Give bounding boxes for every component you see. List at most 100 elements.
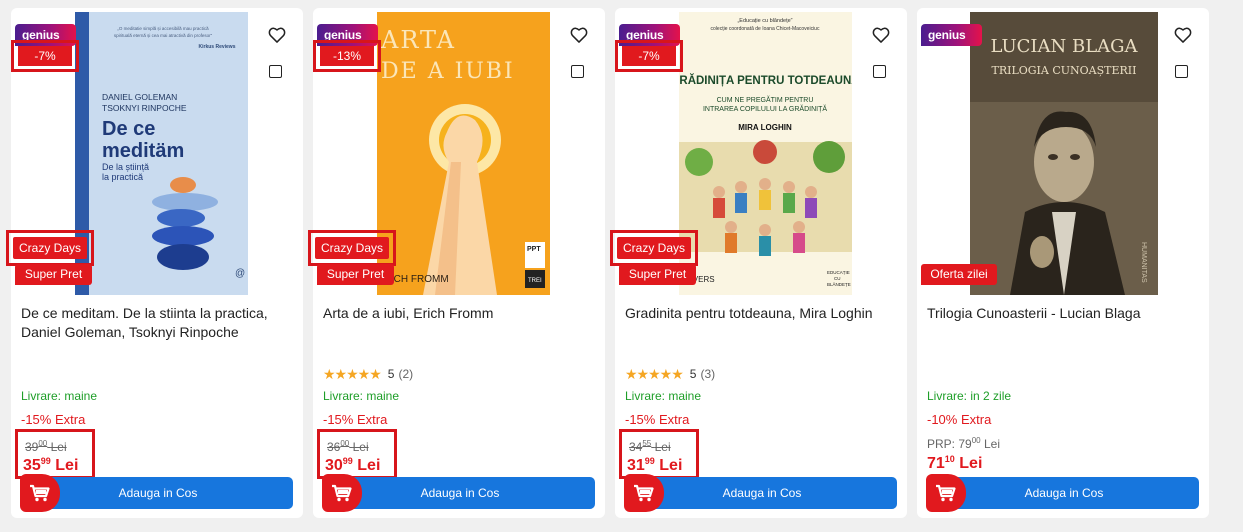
- rating[interactable]: ★★★★★ 5 (2): [323, 366, 413, 382]
- product-image[interactable]: ARTA DE A IUBI ERICH FROMM PPT TREI: [377, 12, 550, 295]
- rating-value: 5: [689, 367, 697, 381]
- discount-highlight: -7%: [615, 40, 683, 72]
- heart-icon[interactable]: [569, 25, 589, 45]
- compare-checkbox[interactable]: [571, 65, 584, 78]
- compare-checkbox[interactable]: [269, 65, 282, 78]
- super-pret-badge: Super Pret: [15, 264, 92, 285]
- svg-text:EDUCAȚIE: EDUCAȚIE: [827, 270, 850, 275]
- svg-text:PPT: PPT: [527, 246, 541, 253]
- extra-discount: -15% Extra: [625, 412, 690, 427]
- product-image[interactable]: LUCIAN BLAGA TRILOGIA CUNOAȘTERII HUMANI…: [970, 12, 1158, 295]
- svg-text:@: @: [235, 268, 245, 279]
- svg-text:meditäm: meditäm: [102, 140, 184, 162]
- cart-icon: [624, 474, 664, 512]
- add-to-cart-label: Adauga in Cos: [722, 486, 802, 500]
- svg-text:Kirkus Reviews: Kirkus Reviews: [199, 44, 236, 50]
- product-title[interactable]: Arta de a iubi, Erich Fromm: [323, 304, 598, 323]
- star-rating-icon: ★★★★★: [323, 365, 382, 382]
- discount-highlight: -13%: [313, 40, 381, 72]
- add-to-cart-button[interactable]: Adauga in Cos: [624, 474, 897, 512]
- price-highlight: 3600 Lei 3099 Lei: [317, 429, 397, 479]
- add-to-cart-button[interactable]: Adauga in Cos: [20, 474, 293, 512]
- product-card[interactable]: „Educație cu blândețe” colecție coordona…: [610, 8, 907, 518]
- svg-text:DANIEL GOLEMAN: DANIEL GOLEMAN: [102, 92, 177, 102]
- price-highlight: 3455 Lei 3199 Lei: [619, 429, 699, 479]
- old-price: 3600 Lei: [327, 439, 369, 454]
- add-to-cart-button[interactable]: Adauga in Cos: [322, 474, 595, 512]
- svg-text:BLÂNDEȚE: BLÂNDEȚE: [827, 281, 851, 287]
- svg-text:DE A IUBI: DE A IUBI: [381, 59, 515, 84]
- product-card[interactable]: ARTA DE A IUBI ERICH FROMM PPT TREI geni…: [308, 8, 605, 518]
- svg-text:spirituală eternă și cea mai a: spirituală eternă și cea mai atractivă d…: [114, 33, 213, 38]
- extra-discount: -15% Extra: [21, 412, 86, 427]
- svg-text:„O meditatie simplă și accesib: „O meditatie simplă și accesibilă mau pr…: [117, 26, 209, 31]
- product-title[interactable]: De ce meditam. De la stiinta la practica…: [21, 304, 296, 342]
- crazy-days-highlight: Crazy Days: [6, 230, 94, 266]
- new-price: 3599 Lei: [23, 456, 79, 474]
- super-pret-badge: Super Pret: [619, 264, 696, 285]
- compare-checkbox[interactable]: [1175, 65, 1188, 78]
- delivery-info: Livrare: maine: [323, 389, 400, 403]
- svg-text:TREI: TREI: [528, 278, 542, 284]
- discount-highlight: -7%: [11, 40, 79, 72]
- rating-value: 5: [387, 367, 395, 381]
- svg-text:la practică: la practică: [102, 172, 143, 182]
- old-price: 3900 Lei: [25, 439, 67, 454]
- crazy-days-highlight: Crazy Days: [308, 230, 396, 266]
- new-price: 3099 Lei: [325, 456, 381, 474]
- svg-text:colecție coordonată de Ioana C: colecție coordonată de Ioana Chicet-Maco…: [711, 26, 820, 32]
- add-to-cart-button[interactable]: Adauga in Cos: [926, 474, 1199, 512]
- discount-badge: -7%: [18, 46, 72, 66]
- svg-text:HUMANITAS: HUMANITAS: [1140, 242, 1147, 283]
- rating[interactable]: ★★★★★ 5 (3): [625, 366, 715, 382]
- svg-text:De ce: De ce: [102, 118, 155, 140]
- genius-badge: genius: [921, 24, 982, 46]
- svg-text:CU: CU: [834, 276, 841, 281]
- add-to-cart-label: Adauga in Cos: [420, 486, 500, 500]
- delivery-info: Livrare: in 2 zile: [927, 389, 1012, 403]
- rating-count: (3): [700, 367, 716, 381]
- discount-badge: -13%: [320, 46, 374, 66]
- crazy-days-badge: Crazy Days: [315, 237, 389, 259]
- heart-icon[interactable]: [871, 25, 891, 45]
- add-to-cart-label: Adauga in Cos: [118, 486, 198, 500]
- new-price: 7110 Lei: [927, 454, 983, 472]
- oferta-zilei-badge: Oferta zilei: [921, 264, 997, 285]
- product-card[interactable]: LUCIAN BLAGA TRILOGIA CUNOAȘTERII HUMANI…: [917, 8, 1209, 518]
- svg-text:MIRA LOGHIN: MIRA LOGHIN: [738, 123, 792, 132]
- svg-text:ARTA: ARTA: [380, 26, 456, 54]
- old-price: 3455 Lei: [629, 439, 671, 454]
- svg-text:INTRAREA COPILULUI LA GRĂDINIȚ: INTRAREA COPILULUI LA GRĂDINIȚĂ: [703, 104, 827, 113]
- star-rating-icon: ★★★★★: [625, 365, 684, 382]
- super-pret-badge: Super Pret: [317, 264, 394, 285]
- prp-price: PRP: 7900 Lei: [927, 436, 1000, 451]
- svg-text:LUCIAN BLAGA: LUCIAN BLAGA: [990, 36, 1138, 57]
- crazy-days-highlight: Crazy Days: [610, 230, 698, 266]
- rating-count: (2): [398, 367, 414, 381]
- cart-icon: [322, 474, 362, 512]
- discount-badge: -7%: [622, 46, 676, 66]
- product-title[interactable]: Gradinita pentru totdeauna, Mira Loghin: [625, 304, 900, 323]
- svg-text:GRĂDINIȚA PENTRU TOTDEAUNA: GRĂDINIȚA PENTRU TOTDEAUNA: [679, 74, 852, 87]
- cart-icon: [926, 474, 966, 512]
- product-grid: „O meditatie simplă și accesibilă mau pr…: [0, 0, 1243, 532]
- product-title[interactable]: Trilogia Cunoasterii - Lucian Blaga: [927, 304, 1202, 323]
- product-image[interactable]: „O meditatie simplă și accesibilă mau pr…: [75, 12, 248, 295]
- svg-text:„Educație cu blândețe”: „Educație cu blândețe”: [737, 18, 792, 24]
- extra-discount: -10% Extra: [927, 412, 992, 427]
- compare-checkbox[interactable]: [873, 65, 886, 78]
- crazy-days-badge: Crazy Days: [617, 237, 691, 259]
- svg-text:CUM NE PREGĂTIM PENTRU: CUM NE PREGĂTIM PENTRU: [717, 95, 814, 104]
- product-card[interactable]: „O meditatie simplă și accesibilă mau pr…: [6, 8, 303, 518]
- extra-discount: -15% Extra: [323, 412, 388, 427]
- cart-icon: [20, 474, 60, 512]
- new-price: 3199 Lei: [627, 456, 683, 474]
- delivery-info: Livrare: maine: [21, 389, 98, 403]
- crazy-days-badge: Crazy Days: [13, 237, 87, 259]
- product-image[interactable]: „Educație cu blândețe” colecție coordona…: [679, 12, 852, 295]
- delivery-info: Livrare: maine: [625, 389, 702, 403]
- svg-text:TSOKNYI RINPOCHE: TSOKNYI RINPOCHE: [102, 103, 187, 113]
- heart-icon[interactable]: [267, 25, 287, 45]
- heart-icon[interactable]: [1173, 25, 1193, 45]
- svg-text:TRILOGIA CUNOAȘTERII: TRILOGIA CUNOAȘTERII: [991, 64, 1136, 77]
